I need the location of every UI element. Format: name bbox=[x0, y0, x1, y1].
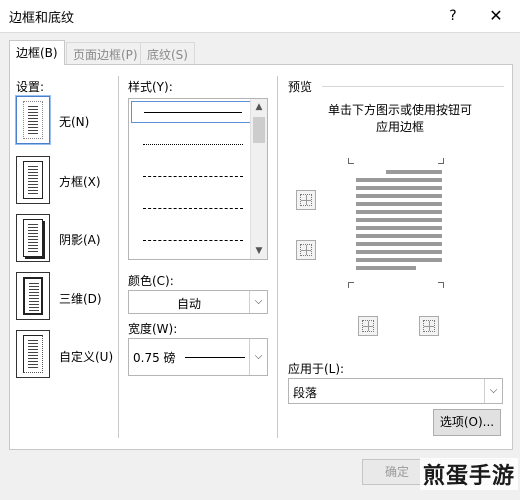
tab-shading[interactable]: 底纹(S) bbox=[140, 42, 195, 64]
middle-border-button[interactable] bbox=[296, 240, 316, 260]
divider-right bbox=[277, 76, 278, 438]
style-label: 样式(Y): bbox=[128, 80, 173, 94]
setting-box-label: 方框(X) bbox=[59, 175, 101, 189]
border-none-icon bbox=[23, 101, 43, 139]
border-custom-icon bbox=[23, 335, 43, 373]
preview-text-line bbox=[356, 202, 442, 206]
preview-text-line bbox=[356, 226, 442, 230]
style-option-dotted[interactable] bbox=[131, 133, 251, 155]
chevron-down-icon: ⌵ bbox=[249, 291, 267, 313]
setting-3d-button[interactable] bbox=[16, 272, 50, 320]
style-option-dash-dot[interactable] bbox=[131, 229, 251, 251]
setting-shadow-label: 阴影(A) bbox=[59, 233, 101, 247]
apply-to-value: 段落 bbox=[293, 386, 318, 400]
style-scrollbar[interactable]: ▲ ▼ bbox=[250, 99, 267, 259]
chevron-down-icon: ⌵ bbox=[484, 379, 502, 403]
dialog-title: 边框和底纹 bbox=[9, 11, 75, 26]
setting-none-button[interactable] bbox=[16, 96, 50, 144]
setting-custom-button[interactable] bbox=[16, 330, 50, 378]
right-border-button[interactable] bbox=[419, 316, 439, 336]
border-box-icon bbox=[23, 161, 43, 199]
width-dropdown[interactable]: 0.75 磅 ⌵ bbox=[128, 338, 268, 376]
preview-text-line bbox=[356, 194, 442, 198]
width-line-sample bbox=[185, 357, 245, 358]
preview-rule bbox=[322, 86, 504, 87]
scroll-thumb[interactable] bbox=[253, 117, 265, 143]
border-right-icon bbox=[423, 320, 435, 332]
corner-mark bbox=[438, 158, 444, 164]
watermark: 煎蛋手游 bbox=[420, 458, 519, 490]
scroll-up-icon[interactable]: ▲ bbox=[251, 99, 267, 115]
preview-title: 预览 bbox=[288, 80, 313, 94]
preview-text-line bbox=[356, 266, 416, 270]
tab-page-borders[interactable]: 页面边框(P) bbox=[66, 42, 145, 64]
setting-none-label: 无(N) bbox=[59, 115, 90, 129]
setting-shadow-button[interactable] bbox=[16, 214, 50, 262]
apply-to-label: 应用于(L): bbox=[288, 362, 345, 376]
border-inside-horizontal-icon bbox=[300, 244, 312, 256]
divider-left bbox=[118, 76, 119, 438]
setting-custom-label: 自定义(U) bbox=[59, 350, 114, 364]
corner-mark bbox=[438, 282, 444, 288]
border-3d-icon bbox=[23, 277, 43, 315]
settings-label: 设置: bbox=[16, 80, 45, 94]
apply-to-dropdown[interactable]: 段落 ⌵ bbox=[288, 378, 503, 404]
preview-hint-line1: 单击下方图示或使用按钮可 bbox=[327, 103, 472, 117]
width-label: 宽度(W): bbox=[128, 322, 178, 336]
options-button[interactable]: 选项(O)... bbox=[433, 409, 501, 436]
close-button[interactable]: ✕ bbox=[482, 4, 510, 28]
preview-diagram[interactable] bbox=[348, 158, 444, 288]
preview-text-line bbox=[356, 210, 442, 214]
style-listbox[interactable]: ▲ ▼ bbox=[128, 98, 268, 260]
color-label: 颜色(C): bbox=[128, 274, 174, 288]
setting-3d-label: 三维(D) bbox=[59, 292, 102, 306]
preview-text-line bbox=[356, 234, 442, 238]
border-top-icon bbox=[300, 194, 312, 206]
color-dropdown[interactable]: 自动 ⌵ bbox=[128, 290, 268, 314]
preview-text-line bbox=[356, 218, 442, 222]
preview-hint-line2: 应用边框 bbox=[375, 120, 424, 134]
setting-box-button[interactable] bbox=[16, 156, 50, 204]
preview-text-line bbox=[386, 170, 442, 174]
preview-text-line bbox=[356, 258, 442, 262]
border-left-icon bbox=[362, 320, 374, 332]
style-option-solid[interactable] bbox=[131, 101, 251, 123]
color-value: 自动 bbox=[176, 297, 201, 311]
style-option-dashed[interactable] bbox=[131, 197, 251, 219]
style-option-dashed-small[interactable] bbox=[131, 165, 251, 187]
tab-borders[interactable]: 边框(B) bbox=[9, 40, 65, 65]
title-bar: 边框和底纹 ? ✕ bbox=[0, 0, 520, 32]
top-border-button[interactable] bbox=[296, 190, 316, 210]
preview-text-line bbox=[356, 178, 442, 182]
scroll-down-icon[interactable]: ▼ bbox=[251, 243, 267, 259]
help-button[interactable]: ? bbox=[440, 4, 466, 28]
border-shadow-icon bbox=[23, 219, 43, 257]
left-border-button[interactable] bbox=[358, 316, 378, 336]
preview-text-line bbox=[356, 186, 442, 190]
preview-text-line bbox=[356, 250, 442, 254]
chevron-down-icon: ⌵ bbox=[249, 339, 267, 375]
preview-text-line bbox=[356, 242, 442, 246]
corner-mark bbox=[348, 282, 354, 288]
preview-hint: 单击下方图示或使用按钮可 应用边框 bbox=[290, 102, 510, 136]
corner-mark bbox=[348, 158, 354, 164]
